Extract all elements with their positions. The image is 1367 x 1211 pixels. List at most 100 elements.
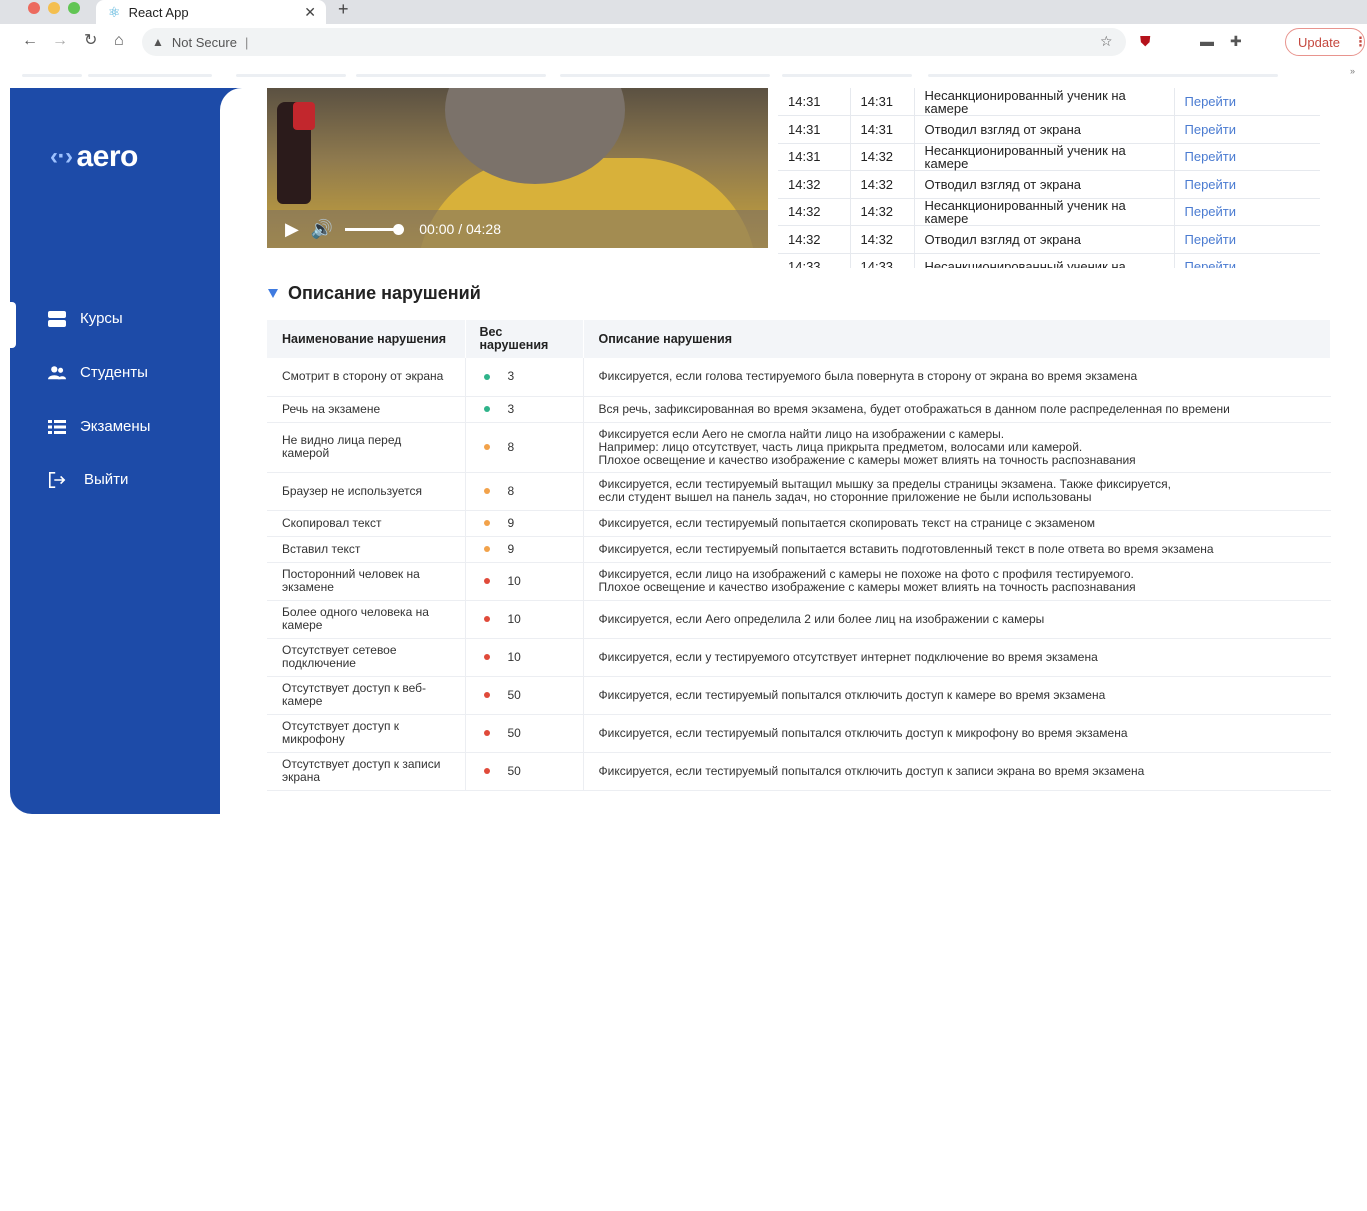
forward-icon[interactable]: → (52, 32, 68, 50)
back-icon[interactable]: ← (22, 32, 38, 50)
event-description: Несанкционированный ученик на камере (914, 198, 1175, 226)
collapse-triangle-icon[interactable] (268, 289, 278, 298)
bookmark-item[interactable] (356, 74, 546, 77)
violation-weight: 8 (507, 483, 515, 498)
browser-tab-bar: ⚛ React App ✕ + (0, 0, 1367, 24)
event-goto-link[interactable]: Перейти (1174, 143, 1320, 171)
violation-description: Вся речь, зафиксированная во время экзам… (583, 396, 1331, 423)
violation-row: Не видно лица перед камерой 8 Фиксируется … (267, 422, 1331, 473)
bookmark-item[interactable] (560, 74, 770, 77)
violation-weight-cell: 50 (465, 714, 584, 753)
exam-video-player[interactable]: ▶ 🔊 00:00 / 04:28 (267, 88, 768, 248)
violation-description-line: если студент вышел на панель задач, но с… (598, 490, 1092, 504)
violation-name: Скопировал текст (267, 510, 466, 537)
event-goto-link[interactable]: Перейти (1174, 115, 1320, 144)
violations-section-toggle[interactable]: Описание нарушений (268, 283, 481, 304)
violation-weight: 9 (507, 515, 515, 530)
severity-dot-icon (483, 520, 490, 526)
header-violation-name: Наименование нарушения (267, 320, 466, 358)
violation-weight-cell: 8 (465, 472, 584, 511)
event-row: 14:31 14:32 Несанкционированный ученик на … (778, 143, 1320, 171)
bookmark-item[interactable] (236, 74, 346, 77)
close-window-icon[interactable] (28, 2, 40, 14)
severity-dot-icon (483, 578, 490, 584)
bookmark-item[interactable] (22, 74, 82, 77)
violation-weight-cell: 3 (465, 396, 584, 423)
menu-kebab-icon[interactable]: ⋮ (1354, 34, 1367, 50)
violation-description-line: Фиксируется, если Aero определила 2 или … (598, 611, 1045, 626)
violation-name: Вставил текст (267, 536, 466, 563)
app-shell: ‹·› aero Курсы Студенты Экзамены Выйти ▶… (10, 88, 1367, 814)
violation-description-line: Вся речь, зафиксированная во время экзам… (598, 401, 1230, 416)
violation-row: Отсутствует доступ к записи экрана 50 Фикс… (267, 752, 1331, 791)
violation-row: Более одного человека на камере 10 Фиксиру… (267, 600, 1331, 639)
event-goto-link[interactable]: Перейти (1174, 88, 1320, 116)
address-bar[interactable]: ▲ Not Secure | (142, 28, 1126, 56)
event-goto-link[interactable]: Перейти (1174, 253, 1320, 268)
violation-description-line: Плохое освещение и качество изображение … (598, 452, 1136, 467)
event-row: 14:32 14:32 Несанкционированный ученик на … (778, 198, 1320, 226)
card-icon (48, 310, 66, 327)
violation-row: Скопировал текст 9 Фиксируется, если тести… (267, 510, 1331, 537)
bookmark-item[interactable] (928, 74, 1278, 77)
violation-name: Отсутствует доступ к микрофону (267, 714, 466, 753)
events-table: 14:31 14:31 Несанкционированный ученик на … (778, 88, 1320, 268)
violation-name: Более одного человека на камере (267, 600, 466, 639)
sidebar-item-logout[interactable]: Выйти (48, 471, 128, 488)
violation-weight: 50 (507, 763, 521, 778)
logo-code-icon: ‹·› (50, 143, 73, 170)
video-time: 00:00 / 04:28 (419, 221, 502, 237)
violation-weight: 3 (507, 369, 515, 384)
browser-tab[interactable]: ⚛ React App ✕ (96, 0, 326, 24)
violation-weight-cell: 3 (465, 358, 584, 397)
violation-weight-cell: 10 (465, 562, 584, 601)
event-end-time: 14:31 (850, 88, 915, 116)
video-frame-bottle (277, 102, 315, 204)
volume-slider[interactable] (345, 223, 405, 235)
violation-description-line: Например: лицо отсутствует, часть лица п… (598, 439, 1083, 454)
event-goto-link[interactable]: Перейти (1174, 225, 1320, 254)
violation-description: Фиксируется, если тестируемый попытался … (583, 676, 1331, 715)
violation-name: Смотрит в сторону от экрана (267, 358, 466, 397)
bookmark-item[interactable] (782, 74, 912, 77)
volume-icon[interactable]: 🔊 (311, 219, 333, 240)
extension-shield-icon[interactable]: ⛊ (1140, 33, 1151, 49)
extensions-puzzle-icon[interactable]: ✚ (1230, 33, 1242, 49)
header-violation-weight: Вес нарушения (465, 320, 584, 358)
event-description: Несанкционированный ученик на камере (914, 88, 1175, 116)
bookmarks-overflow-icon[interactable]: » (1350, 66, 1355, 76)
violation-row: Отсутствует доступ к веб-камере 50 Фиксиру… (267, 676, 1331, 715)
violation-weight: 10 (507, 611, 521, 626)
violation-row: Отсутствует сетевое подключение 10 Фиксиру… (267, 638, 1331, 677)
extension-dash-icon[interactable]: ▬ (1200, 33, 1214, 49)
bookmark-star-icon[interactable]: ☆ (1100, 33, 1113, 49)
severity-dot-icon (483, 406, 490, 412)
severity-dot-icon (483, 546, 490, 552)
violation-description: Фиксируется если Aero не смогла найти ли… (583, 422, 1331, 473)
event-description: Несанкционированный ученик на (914, 253, 1175, 268)
reload-icon[interactable]: ↻ (84, 32, 97, 50)
violation-description-line: Фиксируется, если тестируемый попытается… (598, 541, 1214, 556)
update-button[interactable]: Update ⋮ (1285, 28, 1367, 56)
close-tab-icon[interactable]: ✕ (304, 4, 316, 21)
home-icon[interactable]: ⌂ (114, 32, 124, 50)
aero-logo[interactable]: ‹·› aero (50, 140, 138, 174)
sidebar-item-courses[interactable]: Курсы (48, 310, 123, 327)
security-status: Not Secure (171, 34, 237, 50)
sidebar-item-students[interactable]: Студенты (48, 364, 148, 381)
event-end-time: 14:32 (850, 225, 915, 254)
event-description: Несанкционированный ученик на камере (914, 143, 1175, 171)
event-end-time: 14:33 (850, 253, 915, 268)
event-goto-link[interactable]: Перейти (1174, 170, 1320, 199)
violation-weight-cell: 8 (465, 422, 584, 473)
play-icon[interactable]: ▶ (285, 219, 299, 240)
minimize-window-icon[interactable] (48, 2, 60, 14)
video-controls: ▶ 🔊 00:00 / 04:28 (267, 210, 768, 248)
event-goto-link[interactable]: Перейти (1174, 198, 1320, 226)
new-tab-icon[interactable]: + (338, 0, 349, 18)
severity-dot-icon (483, 730, 490, 736)
active-nav-marker (10, 302, 16, 348)
bookmark-item[interactable] (88, 74, 212, 77)
maximize-window-icon[interactable] (68, 2, 80, 14)
sidebar-item-exams[interactable]: Экзамены (48, 418, 150, 435)
